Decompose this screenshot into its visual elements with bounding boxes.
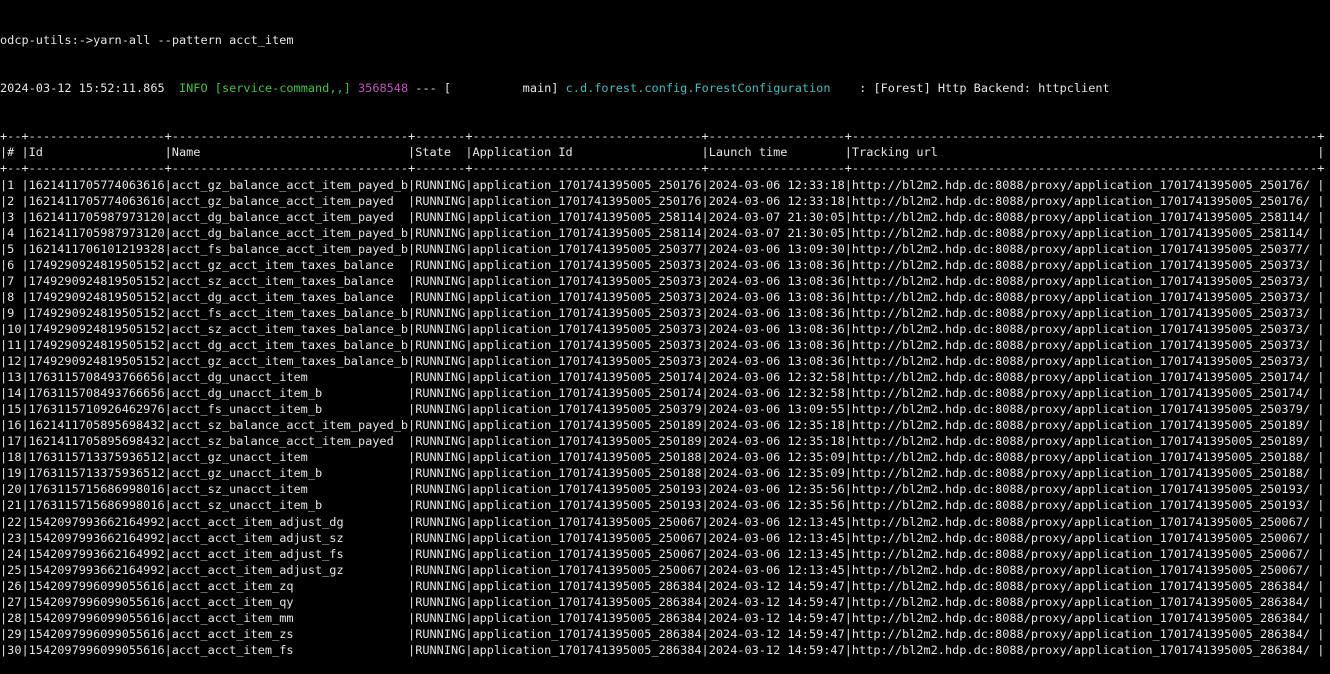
table-border-line: +--+-------------------+----------------… [0,160,1330,176]
table-row: |22|1542097993662164992|acct_acct_item_a… [0,514,1330,530]
table-row: |8 |1749290924819505152|acct_dg_acct_ite… [0,289,1330,305]
log-line: 2024-03-12 15:52:11.865 INFO [service-co… [0,80,1330,96]
table-row: |24|1542097993662164992|acct_acct_item_a… [0,546,1330,562]
table-border-line: +--+-------------------+----------------… [0,128,1330,144]
log-segment-cyan: c.d.forest.config.ForestConfiguration [566,81,831,95]
table-row: |16|1621411705895698432|acct_sz_balance_… [0,417,1330,433]
terminal-screen[interactable]: odcp-utils:->yarn-all --pattern acct_ite… [0,0,1330,562]
yarn-applications-table: +--+-------------------+----------------… [0,128,1330,658]
table-row: |17|1621411705895698432|acct_sz_balance_… [0,433,1330,449]
log-segment-fg: : [Forest] Http Backend: httpclient [831,81,1110,95]
log-segment-fg [351,81,358,95]
log-segment-green: [service-command,,] [215,81,351,95]
table-row: |4 |1621411705987973120|acct_dg_balance_… [0,225,1330,241]
table-row: |1 |1621411705774063616|acct_gz_balance_… [0,177,1330,193]
table-row: |19|1763115713375936512|acct_gz_unacct_i… [0,465,1330,481]
log-segment-fg: --- [ main] [408,81,566,95]
log-segment-green: INFO [179,81,208,95]
table-row: |27|1542097996099055616|acct_acct_item_q… [0,594,1330,610]
log-segment-fg [208,81,215,95]
table-row: |13|1763115708493766656|acct_dg_unacct_i… [0,369,1330,385]
table-row: |12|1749290924819505152|acct_gz_acct_ite… [0,353,1330,369]
table-row: |26|1542097996099055616|acct_acct_item_z… [0,578,1330,594]
table-row: |20|1763115715686998016|acct_sz_unacct_i… [0,481,1330,497]
table-row: |11|1749290924819505152|acct_dg_acct_ite… [0,337,1330,353]
table-row: |3 |1621411705987973120|acct_dg_balance_… [0,209,1330,225]
table-row: |7 |1749290924819505152|acct_sz_acct_ite… [0,273,1330,289]
table-row: |30|1542097996099055616|acct_acct_item_f… [0,642,1330,658]
table-header-line: |# |Id |Name |State |Application Id |Lau… [0,144,1330,160]
log-segment-magenta: 3568548 [358,81,408,95]
table-row: |9 |1749290924819505152|acct_fs_acct_ite… [0,305,1330,321]
table-row: |23|1542097993662164992|acct_acct_item_a… [0,530,1330,546]
table-row: |29|1542097996099055616|acct_acct_item_z… [0,626,1330,642]
table-row: |18|1763115713375936512|acct_gz_unacct_i… [0,449,1330,465]
table-row: |5 |1621411706101219328|acct_fs_balance_… [0,241,1330,257]
table-row: |6 |1749290924819505152|acct_gz_acct_ite… [0,257,1330,273]
log-segment-fg: 2024-03-12 15:52:11.865 [0,81,179,95]
table-row: |2 |1621411705774063616|acct_gz_balance_… [0,193,1330,209]
table-row: |28|1542097996099055616|acct_acct_item_m… [0,610,1330,626]
command-line: odcp-utils:->yarn-all --pattern acct_ite… [0,32,1330,48]
command-text: yarn-all --pattern acct_item [93,33,293,47]
table-row: |25|1542097993662164992|acct_acct_item_a… [0,562,1330,578]
prompt: odcp-utils:-> [0,33,93,47]
table-row: |15|1763115710926462976|acct_fs_unacct_i… [0,401,1330,417]
table-row: |10|1749290924819505152|acct_sz_acct_ite… [0,321,1330,337]
table-row: |21|1763115715686998016|acct_sz_unacct_i… [0,497,1330,513]
table-row: |14|1763115708493766656|acct_dg_unacct_i… [0,385,1330,401]
